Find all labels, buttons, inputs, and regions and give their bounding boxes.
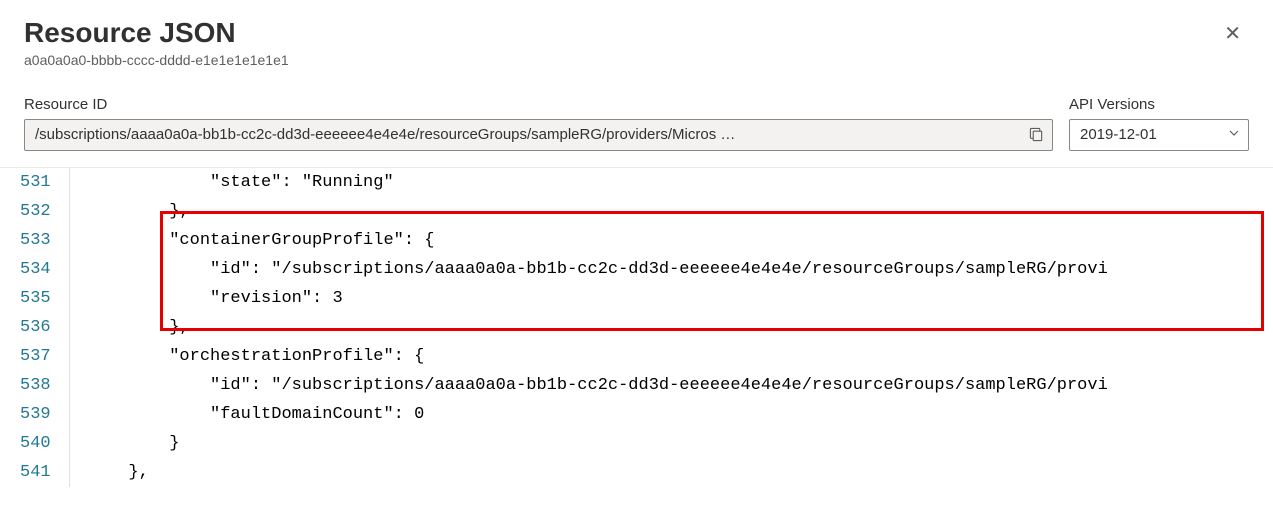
line-number: 536 xyxy=(20,313,51,342)
line-number: 535 xyxy=(20,284,51,313)
code-line: "revision": 3 xyxy=(88,284,1273,313)
line-number-gutter: 531532533534535536537538539540541 xyxy=(0,168,70,487)
resource-id-field: Resource ID /subscriptions/aaaa0a0a-bb1b… xyxy=(24,96,1053,151)
header-left: Resource JSON a0a0a0a0-bbbb-cccc-dddd-e1… xyxy=(24,16,1216,68)
line-number: 531 xyxy=(20,168,51,197)
code-line: }, xyxy=(88,197,1273,226)
code-line: } xyxy=(88,429,1273,458)
line-number: 541 xyxy=(20,458,51,487)
line-number: 537 xyxy=(20,342,51,371)
line-number: 540 xyxy=(20,429,51,458)
line-number: 539 xyxy=(20,400,51,429)
panel-header: Resource JSON a0a0a0a0-bbbb-cccc-dddd-e1… xyxy=(0,0,1273,76)
code-line: "orchestrationProfile": { xyxy=(88,342,1273,371)
resource-id-value: /subscriptions/aaaa0a0a-bb1b-cc2c-dd3d-e… xyxy=(35,126,1024,143)
api-versions-field: API Versions 2019-12-01 xyxy=(1069,96,1249,151)
line-number: 534 xyxy=(20,255,51,284)
code-line: }, xyxy=(88,458,1273,487)
copy-icon[interactable] xyxy=(1024,123,1048,147)
line-number: 532 xyxy=(20,197,51,226)
close-icon: ✕ xyxy=(1224,23,1241,45)
resource-id-input[interactable]: /subscriptions/aaaa0a0a-bb1b-cc2c-dd3d-e… xyxy=(24,119,1053,151)
api-versions-label: API Versions xyxy=(1069,96,1249,113)
api-versions-value: 2019-12-01 xyxy=(1080,126,1157,143)
line-number: 538 xyxy=(20,371,51,400)
controls-row: Resource ID /subscriptions/aaaa0a0a-bb1b… xyxy=(0,76,1273,159)
resource-id-label: Resource ID xyxy=(24,96,1053,113)
code-line: }, xyxy=(88,313,1273,342)
close-button[interactable]: ✕ xyxy=(1216,20,1249,48)
code-line: "id": "/subscriptions/aaaa0a0a-bb1b-cc2c… xyxy=(88,371,1273,400)
code-viewer[interactable]: 531532533534535536537538539540541 "state… xyxy=(0,167,1273,487)
code-line: "id": "/subscriptions/aaaa0a0a-bb1b-cc2c… xyxy=(88,255,1273,284)
code-content[interactable]: "state": "Running" }, "containerGroupPro… xyxy=(70,168,1273,487)
page-subtitle: a0a0a0a0-bbbb-cccc-dddd-e1e1e1e1e1e1 xyxy=(24,52,1216,68)
code-line: "containerGroupProfile": { xyxy=(88,226,1273,255)
code-line: "state": "Running" xyxy=(88,168,1273,197)
page-title: Resource JSON xyxy=(24,16,1216,50)
code-line: "faultDomainCount": 0 xyxy=(88,400,1273,429)
chevron-down-icon xyxy=(1228,126,1240,144)
line-number: 533 xyxy=(20,226,51,255)
api-versions-dropdown[interactable]: 2019-12-01 xyxy=(1069,119,1249,151)
